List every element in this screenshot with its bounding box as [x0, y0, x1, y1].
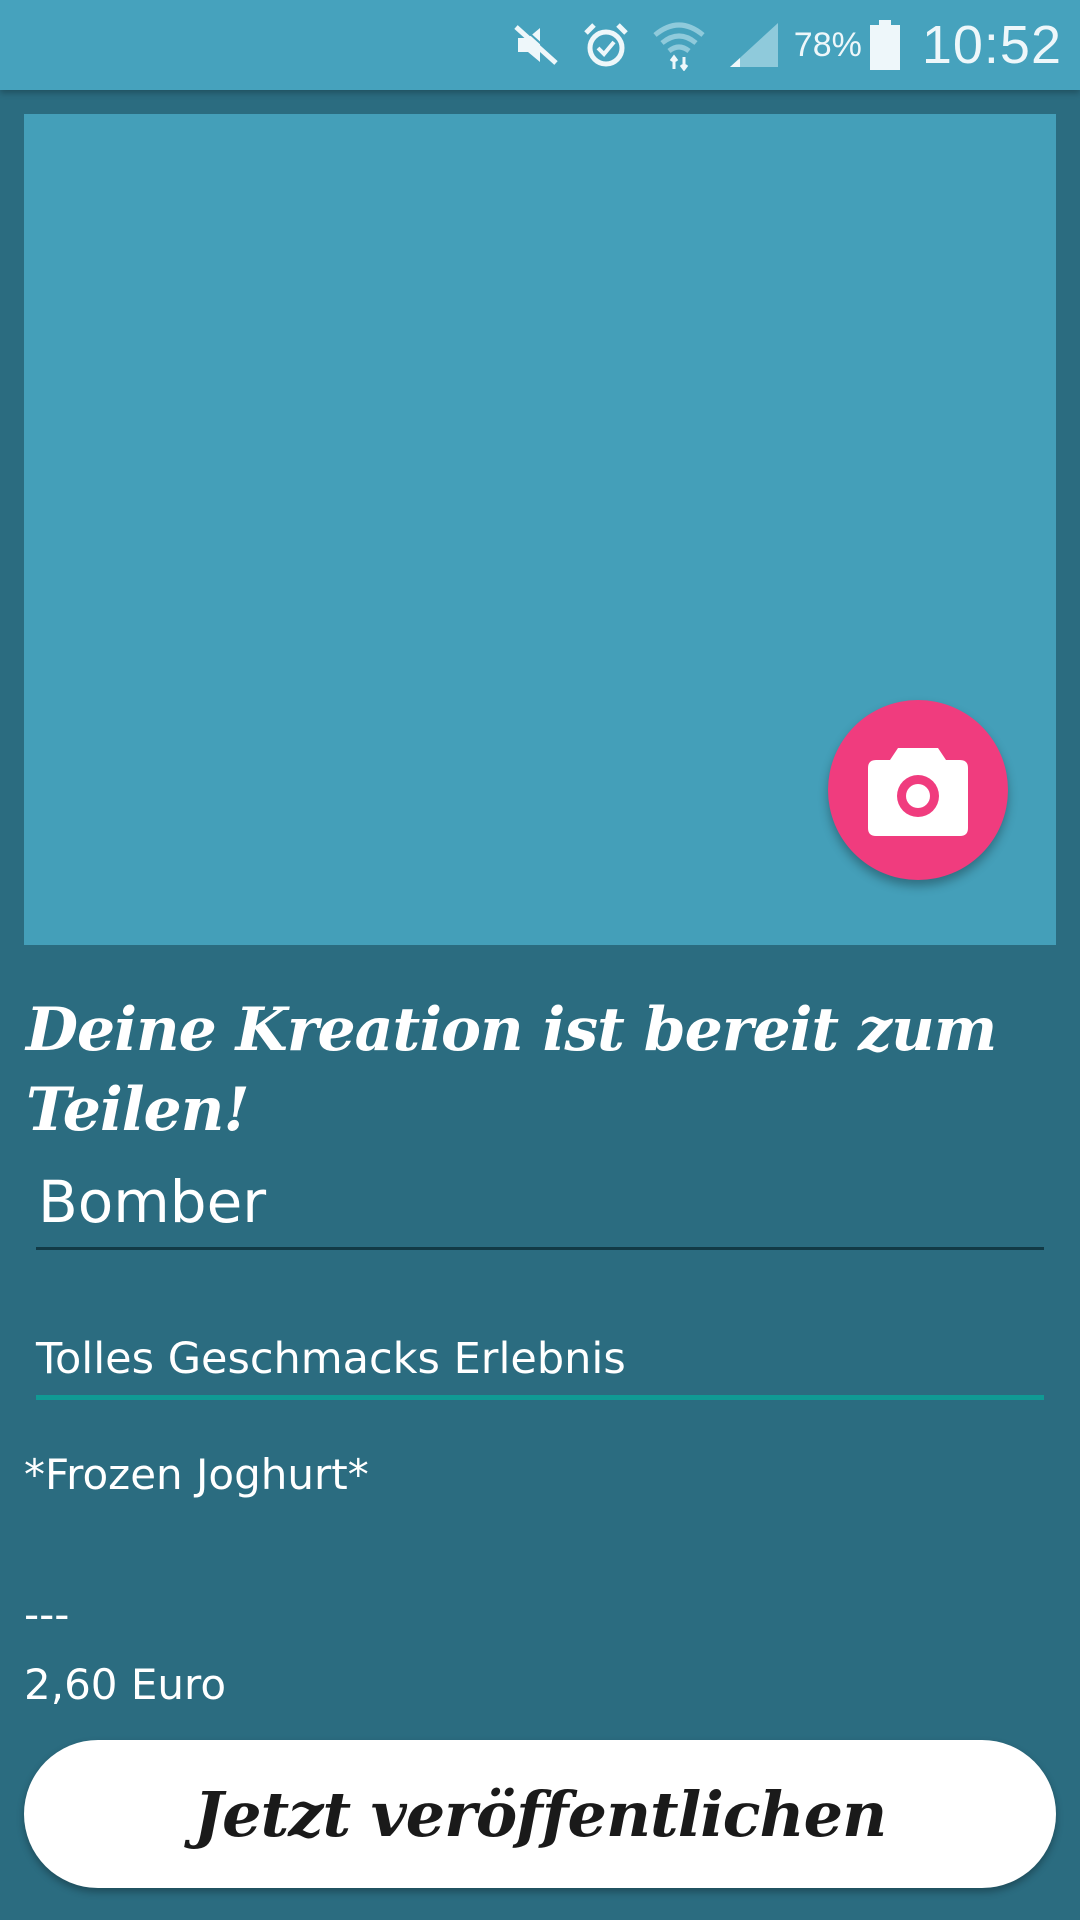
title-field-value: Bomber [38, 1168, 267, 1236]
clock: 10:52 [921, 15, 1062, 75]
price-text: 2,60 Euro [24, 1660, 227, 1709]
wifi-icon [652, 19, 706, 71]
signal-icon [728, 21, 780, 69]
camera-button[interactable] [828, 700, 1008, 880]
headline: Deine Kreation ist bereit zum Teilen! [26, 995, 997, 1145]
camera-icon [868, 740, 968, 840]
status-bar: 78% 10:52 [0, 0, 1080, 90]
title-field[interactable]: Bomber [36, 1160, 1044, 1250]
separator-text: --- [24, 1590, 70, 1639]
battery-icon [869, 20, 900, 70]
mute-icon [512, 23, 560, 67]
publish-button[interactable]: Jetzt veröffentlichen [24, 1740, 1056, 1888]
description-field-value: Tolles Geschmacks Erlebnis [36, 1334, 626, 1384]
category-text: *Frozen Joghurt* [24, 1450, 369, 1499]
alarm-icon [582, 21, 630, 69]
publish-button-label: Jetzt veröffentlichen [193, 1777, 887, 1851]
description-field[interactable]: Tolles Geschmacks Erlebnis [36, 1320, 1044, 1400]
battery-percent: 78% [793, 25, 862, 64]
